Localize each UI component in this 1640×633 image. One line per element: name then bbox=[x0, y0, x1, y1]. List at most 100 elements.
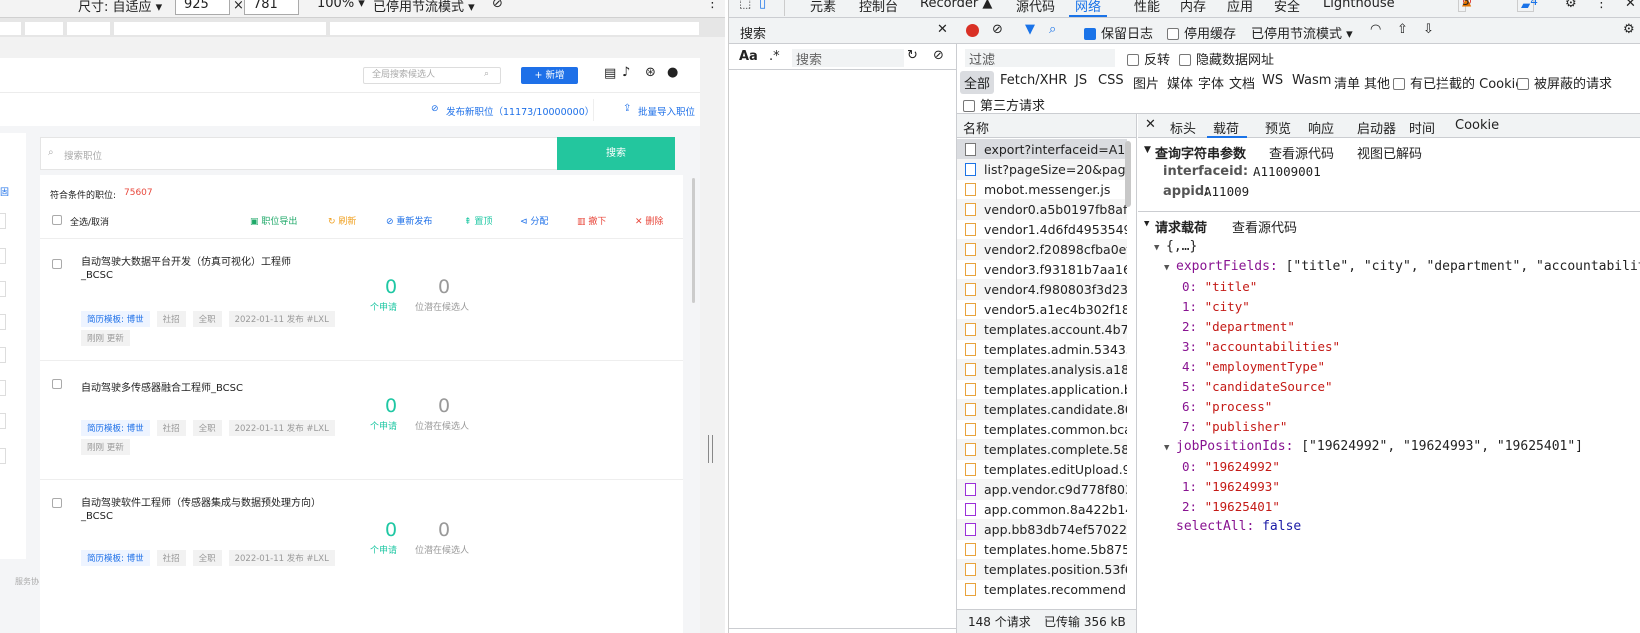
request-row[interactable]: list?pageSize=20&pageN. bbox=[957, 159, 1127, 180]
select-all-checkbox[interactable] bbox=[52, 215, 62, 225]
viewport-height-input[interactable]: 781 bbox=[244, 0, 299, 15]
page-scrollbar[interactable] bbox=[692, 178, 695, 303]
invert-toggle[interactable]: 反转 bbox=[1127, 49, 1170, 68]
request-row[interactable]: templates.editUpload.988 bbox=[957, 459, 1127, 480]
third-party-toggle[interactable]: 第三方请求 bbox=[963, 95, 1045, 114]
record-icon[interactable] bbox=[966, 24, 979, 37]
potential-count[interactable]: 0 bbox=[429, 395, 459, 417]
json-job-ids[interactable]: ▼ jobPositionIds: ["19624992", "19624993"… bbox=[1164, 439, 1583, 454]
search-button[interactable]: 搜索 bbox=[557, 137, 675, 170]
tab-headers[interactable]: 标头 bbox=[1170, 118, 1196, 137]
type-css[interactable]: CSS bbox=[1098, 73, 1124, 88]
import-icon[interactable]: ⇪ bbox=[623, 103, 631, 114]
device-toggle-icon[interactable]: ▯ bbox=[759, 0, 766, 11]
new-button[interactable]: + 新增 bbox=[521, 67, 578, 84]
sidebar-select[interactable] bbox=[0, 281, 6, 297]
sidebar-select[interactable] bbox=[0, 413, 6, 429]
job-title[interactable]: 自动驾驶大数据平台开发（仿真可视化）工程师_BCSC bbox=[81, 256, 321, 282]
publish-job-link[interactable]: 发布新职位（11173/10000000） bbox=[446, 104, 594, 118]
job-checkbox[interactable] bbox=[52, 379, 62, 389]
request-row[interactable]: vendor3.f93181b7aa16b3. bbox=[957, 259, 1127, 280]
batch-import-link[interactable]: 批量导入职位 bbox=[638, 104, 695, 118]
tab-network[interactable]: 网络 bbox=[1075, 0, 1101, 15]
type-ws[interactable]: WS bbox=[1262, 73, 1283, 88]
payload-section-title[interactable]: 请求载荷 bbox=[1155, 217, 1207, 236]
sidebar-select[interactable] bbox=[0, 248, 6, 264]
tab-initiator[interactable]: 启动器 bbox=[1357, 118, 1396, 137]
issues-badge[interactable]: ⊗ 1 ▲ 3 bbox=[1458, 0, 1472, 12]
job-checkbox[interactable] bbox=[52, 259, 62, 269]
request-row[interactable]: vendor4.f980803f3d23cc. bbox=[957, 279, 1127, 300]
request-row[interactable]: templates.complete.5843. bbox=[957, 439, 1127, 460]
activity-icon[interactable]: ⊛ bbox=[645, 65, 656, 80]
tab-cookies[interactable]: Cookie bbox=[1455, 118, 1499, 133]
type-other[interactable]: 其他 bbox=[1364, 73, 1390, 92]
viewport-width-input[interactable]: 925 bbox=[175, 0, 230, 15]
request-row[interactable]: app.bb83db74ef570228.c bbox=[957, 519, 1127, 540]
document-icon[interactable]: ▤ bbox=[604, 66, 616, 81]
refresh-icon[interactable]: ↻ bbox=[907, 48, 918, 63]
user-icon[interactable]: ● bbox=[667, 65, 678, 80]
request-row[interactable]: templates.recommend.74 bbox=[957, 579, 1127, 600]
request-row[interactable]: templates.analysis.a1802. bbox=[957, 359, 1127, 380]
job-row[interactable]: 自动驾驶大数据平台开发（仿真可视化）工程师_BCSC 0 个申请 0 位潜在候选… bbox=[40, 239, 683, 361]
tab-performance[interactable]: 性能 bbox=[1134, 0, 1160, 15]
bell-icon[interactable]: ♪ bbox=[622, 65, 630, 80]
request-row[interactable]: templates.position.53f68. bbox=[957, 559, 1127, 580]
export-action[interactable]: ▣ 职位导出 bbox=[250, 214, 297, 227]
match-case-toggle[interactable]: Aa bbox=[739, 49, 758, 64]
request-list-scrollbar[interactable] bbox=[1125, 141, 1131, 207]
import-har-icon[interactable]: ⇧ bbox=[1397, 22, 1408, 37]
tab-recorder[interactable]: Recorder ▲ bbox=[920, 0, 992, 11]
sidebar-link[interactable]: 固 bbox=[0, 185, 9, 198]
filter-input[interactable]: 过滤 bbox=[965, 49, 1115, 68]
sidebar-select[interactable] bbox=[0, 380, 6, 396]
network-settings-icon[interactable]: ⚙ bbox=[1623, 22, 1635, 37]
applied-count[interactable]: 0 bbox=[376, 519, 406, 541]
inspect-icon[interactable]: ⬚ bbox=[739, 0, 751, 11]
sidebar-select[interactable] bbox=[0, 314, 6, 330]
name-column-header[interactable]: 名称 bbox=[957, 114, 1136, 138]
sidebar-select[interactable] bbox=[0, 347, 6, 363]
device-size-select[interactable]: 尺寸: 自适应 ▾ bbox=[78, 0, 162, 15]
request-row[interactable]: vendor2.f20898cfba0ef09. bbox=[957, 239, 1127, 260]
more-icon[interactable]: ⋮ bbox=[1595, 0, 1608, 11]
resize-handle[interactable] bbox=[708, 435, 713, 463]
footer-link[interactable]: 服务协 bbox=[15, 576, 39, 587]
job-title[interactable]: 自动驾驶软件工程师（传感器集成与数据预处理方向）_BCSC bbox=[81, 497, 321, 523]
tab-application[interactable]: 应用 bbox=[1227, 0, 1253, 15]
query-view-source[interactable]: 查看源代码 bbox=[1269, 143, 1334, 162]
type-fetch-xhr[interactable]: Fetch/XHR bbox=[1000, 73, 1067, 88]
hide-data-urls-toggle[interactable]: 隐藏数据网址 bbox=[1179, 49, 1274, 68]
blocked-requests-toggle[interactable]: 被屏蔽的请求 bbox=[1517, 73, 1612, 92]
search-icon[interactable]: ⌕ bbox=[1049, 22, 1056, 37]
type-doc[interactable]: 文档 bbox=[1229, 73, 1255, 92]
request-row[interactable]: templates.account.4b7ba. bbox=[957, 319, 1127, 340]
rotate-icon[interactable]: ⊘ bbox=[492, 0, 503, 11]
wifi-icon[interactable]: ◠ bbox=[1370, 22, 1381, 37]
request-row[interactable]: app.common.8a422b141.. bbox=[957, 499, 1127, 520]
tab-console[interactable]: 控制台 bbox=[859, 0, 898, 15]
tab-timing[interactable]: 时间 bbox=[1409, 118, 1435, 137]
export-har-icon[interactable]: ⇩ bbox=[1423, 22, 1434, 37]
search-input[interactable]: 搜索 bbox=[792, 49, 904, 68]
tab-response[interactable]: 响应 bbox=[1308, 118, 1334, 137]
sidebar-select[interactable] bbox=[0, 213, 6, 229]
network-throttle-select[interactable]: 已停用节流模式 ▾ bbox=[1251, 23, 1353, 42]
type-wasm[interactable]: Wasm bbox=[1292, 73, 1331, 88]
request-row[interactable]: vendor0.a5b0197fb8afe6. bbox=[957, 199, 1127, 220]
request-row[interactable]: templates.home.5b8750c. bbox=[957, 539, 1127, 560]
applied-count[interactable]: 0 bbox=[376, 395, 406, 417]
json-export-fields[interactable]: ▼ exportFields: ["title", "city", "depart… bbox=[1164, 259, 1640, 274]
tab-payload[interactable]: 载荷 bbox=[1213, 118, 1239, 137]
tab-memory[interactable]: 内存 bbox=[1180, 0, 1206, 15]
request-row[interactable]: templates.admin.534356.. bbox=[957, 339, 1127, 360]
sidebar-select[interactable] bbox=[0, 448, 6, 464]
applied-count[interactable]: 0 bbox=[376, 276, 406, 298]
settings-icon[interactable]: ⚙ bbox=[1565, 0, 1577, 11]
query-section-title[interactable]: 查询字符串参数 bbox=[1155, 143, 1246, 162]
tab-sources[interactable]: 源代码 bbox=[1016, 0, 1055, 15]
query-view-decoded[interactable]: 视图已解码 bbox=[1357, 143, 1422, 162]
request-row[interactable]: export?interfaceid=A1100 bbox=[957, 139, 1127, 160]
request-row[interactable]: mobot.messenger.js bbox=[957, 179, 1127, 200]
